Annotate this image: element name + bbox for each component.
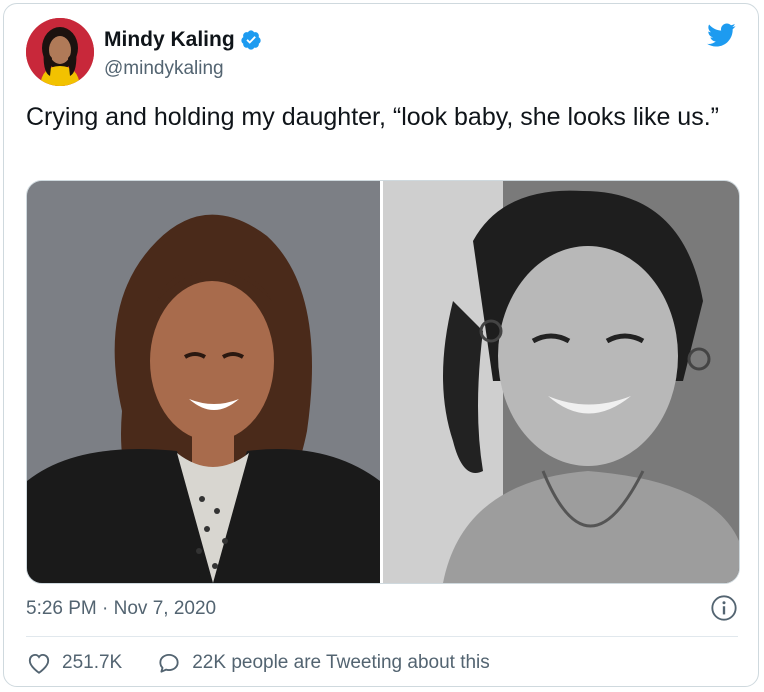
divider xyxy=(26,636,738,637)
conversation-button[interactable]: 22K people are Tweeting about this xyxy=(156,650,490,676)
twitter-bird-icon[interactable] xyxy=(704,20,738,50)
tweet-card: Mindy Kaling @mindykaling Crying and hol… xyxy=(3,3,759,687)
tweet-media xyxy=(26,180,740,584)
photo-childhood[interactable] xyxy=(383,181,739,583)
speech-bubble-icon xyxy=(159,653,179,673)
like-button[interactable]: 251.7K xyxy=(26,650,122,676)
childhood-illustration xyxy=(383,181,739,583)
tweet-text: Crying and holding my daughter, “look ba… xyxy=(26,103,719,131)
author-name[interactable]: Mindy Kaling xyxy=(104,28,235,52)
tweet-timestamp[interactable]: 5:26 PM · Nov 7, 2020 xyxy=(26,598,216,620)
like-count: 251.7K xyxy=(62,652,123,673)
avatar[interactable] xyxy=(26,18,94,86)
conversation-label: 22K people are Tweeting about this xyxy=(192,652,490,673)
info-icon[interactable] xyxy=(710,594,738,622)
avatar-portrait xyxy=(26,18,94,86)
portrait-illustration xyxy=(27,181,380,583)
verified-badge-icon xyxy=(241,30,261,50)
engagement-bar: 251.7K 22K people are Tweeting about thi… xyxy=(26,650,490,676)
author-handle[interactable]: @mindykaling xyxy=(104,58,224,80)
photo-adult-portrait[interactable] xyxy=(27,181,380,583)
heart-icon xyxy=(28,653,50,674)
author-name-row: Mindy Kaling xyxy=(104,28,262,52)
